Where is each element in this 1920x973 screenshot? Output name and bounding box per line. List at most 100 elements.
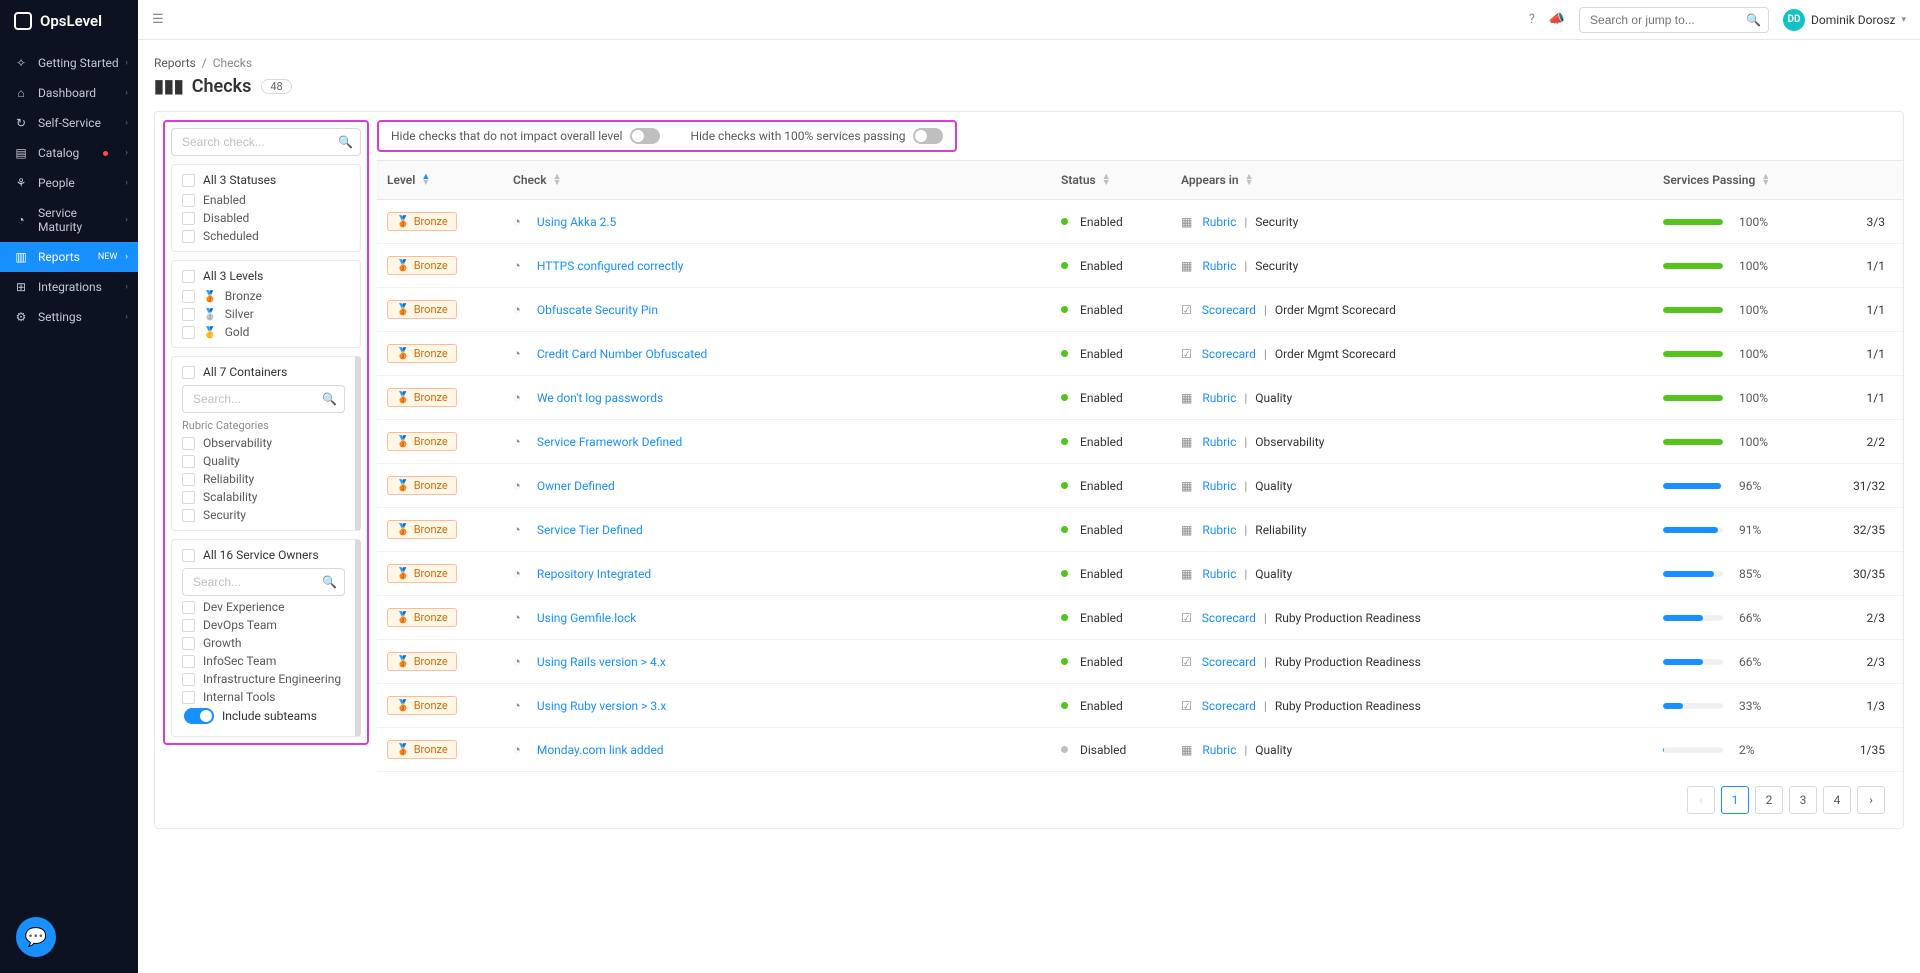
nav-item-service-maturity[interactable]: ◔ Service Maturity › [0, 198, 138, 242]
intercom-button[interactable]: 💬 [16, 917, 56, 957]
check-link[interactable]: Service Framework Defined [537, 435, 682, 449]
appears-link[interactable]: Scorecard [1202, 655, 1256, 669]
checkbox[interactable] [182, 473, 195, 486]
owner-search-input[interactable] [182, 568, 345, 596]
checkbox[interactable] [182, 637, 195, 650]
check-link[interactable]: Owner Defined [537, 479, 615, 493]
appears-link[interactable]: Scorecard [1202, 611, 1256, 625]
filter-option[interactable]: 🥇Gold [182, 325, 350, 339]
checkbox[interactable] [182, 601, 195, 614]
announcements-icon[interactable]: 📣 [1549, 12, 1565, 27]
check-link[interactable]: HTTPS configured correctly [537, 259, 684, 273]
page-4[interactable]: 4 [1823, 786, 1851, 814]
filter-option[interactable]: 🥉Bronze [182, 289, 350, 303]
checkbox[interactable] [182, 619, 195, 632]
filter-option[interactable]: Disabled [182, 211, 350, 225]
checkbox[interactable] [182, 509, 195, 522]
check-link[interactable]: Using Gemfile.lock [537, 611, 637, 625]
th-status[interactable]: Status▲▼ [1051, 161, 1171, 199]
breadcrumb-parent[interactable]: Reports [154, 56, 196, 70]
checkbox[interactable] [182, 174, 195, 187]
nav-item-reports[interactable]: ▥ Reports NEW › [0, 242, 138, 272]
appears-link[interactable]: Rubric [1202, 743, 1236, 757]
appears-link[interactable]: Scorecard [1202, 699, 1256, 713]
include-subteams-toggle[interactable] [184, 708, 214, 724]
appears-link[interactable]: Rubric [1202, 523, 1236, 537]
nav-item-integrations[interactable]: ⊞ Integrations › [0, 272, 138, 302]
appears-link[interactable]: Rubric [1202, 215, 1236, 229]
checkbox[interactable] [182, 549, 195, 562]
nav-item-dashboard[interactable]: ⌂ Dashboard › [0, 78, 138, 108]
status-dot-icon [1061, 746, 1068, 753]
th-check[interactable]: Check▲▼ [503, 161, 1051, 199]
th-passing[interactable]: Services Passing▲▼ [1653, 161, 1833, 199]
collapse-sidebar-icon[interactable]: ☰ [152, 12, 164, 27]
filter-option[interactable]: Security [182, 508, 345, 522]
filter-option[interactable]: Scalability [182, 490, 345, 504]
checkbox[interactable] [182, 212, 195, 225]
checkbox[interactable] [182, 308, 195, 321]
checkbox[interactable] [182, 270, 195, 283]
check-link[interactable]: Using Ruby version > 3.x [537, 699, 666, 713]
filter-option[interactable]: Scheduled [182, 229, 350, 243]
page-next[interactable]: › [1857, 786, 1885, 814]
checkbox[interactable] [182, 194, 195, 207]
th-level[interactable]: Level▲▼ [377, 161, 503, 199]
page-3[interactable]: 3 [1789, 786, 1817, 814]
check-link[interactable]: Obfuscate Security Pin [537, 303, 658, 317]
nav-item-settings[interactable]: ⚙ Settings › [0, 302, 138, 332]
nav-item-people[interactable]: ⚘ People › [0, 168, 138, 198]
appears-link[interactable]: Rubric [1202, 479, 1236, 493]
check-link[interactable]: Using Akka 2.5 [537, 215, 616, 229]
checkbox[interactable] [182, 290, 195, 303]
filter-option[interactable]: Growth [182, 636, 345, 650]
filter-option[interactable]: Observability [182, 436, 345, 450]
checkbox[interactable] [182, 673, 195, 686]
filter-option[interactable]: Infrastructure Engineering [182, 672, 345, 686]
checkbox[interactable] [182, 366, 195, 379]
nav-item-self-service[interactable]: ↻ Self-Service › [0, 108, 138, 138]
check-link[interactable]: Repository Integrated [537, 567, 651, 581]
appears-link[interactable]: Rubric [1202, 259, 1236, 273]
checkbox[interactable] [182, 230, 195, 243]
check-link[interactable]: Service Tier Defined [537, 523, 643, 537]
page-prev[interactable]: ‹ [1687, 786, 1715, 814]
filter-option[interactable]: Enabled [182, 193, 350, 207]
checkbox[interactable] [182, 691, 195, 704]
page-1[interactable]: 1 [1721, 786, 1749, 814]
check-link[interactable]: Credit Card Number Obfuscated [537, 347, 707, 361]
checkbox[interactable] [182, 326, 195, 339]
help-icon[interactable]: ? [1529, 12, 1535, 27]
nav-item-getting-started[interactable]: ✧ Getting Started › [0, 48, 138, 78]
check-link[interactable]: We don't log passwords [537, 391, 663, 405]
check-link[interactable]: Monday.com link added [537, 743, 664, 757]
appears-link[interactable]: Rubric [1202, 391, 1236, 405]
checkbox[interactable] [182, 655, 195, 668]
th-appears[interactable]: Appears in▲▼ [1171, 161, 1653, 199]
checkbox[interactable] [182, 455, 195, 468]
checkbox[interactable] [182, 437, 195, 450]
filter-option[interactable]: Reliability [182, 472, 345, 486]
page-2[interactable]: 2 [1755, 786, 1783, 814]
filter-option[interactable]: InfoSec Team [182, 654, 345, 668]
checkbox[interactable] [182, 491, 195, 504]
appears-link[interactable]: Scorecard [1202, 303, 1256, 317]
chevron-right-icon: › [125, 215, 128, 225]
filter-option[interactable]: Internal Tools [182, 690, 345, 704]
filter-option[interactable]: Dev Experience [182, 600, 345, 614]
filter-option[interactable]: Quality [182, 454, 345, 468]
filter-option[interactable]: DevOps Team [182, 618, 345, 632]
appears-link[interactable]: Rubric [1202, 435, 1236, 449]
hide-no-impact-toggle[interactable] [630, 128, 660, 144]
appears-link[interactable]: Scorecard [1202, 347, 1256, 361]
container-search-input[interactable] [182, 385, 345, 413]
filter-option[interactable]: 🥈Silver [182, 307, 350, 321]
appears-link[interactable]: Rubric [1202, 567, 1236, 581]
global-search-input[interactable] [1579, 7, 1769, 33]
filter-search-input[interactable] [171, 128, 361, 156]
hide-100-toggle[interactable] [913, 128, 943, 144]
logo[interactable]: OpsLevel [0, 0, 138, 42]
user-menu[interactable]: DD Dominik Dorosz ▾ [1783, 9, 1906, 31]
check-link[interactable]: Using Rails version > 4.x [537, 655, 666, 669]
nav-item-catalog[interactable]: ▤ Catalog › [0, 138, 138, 168]
